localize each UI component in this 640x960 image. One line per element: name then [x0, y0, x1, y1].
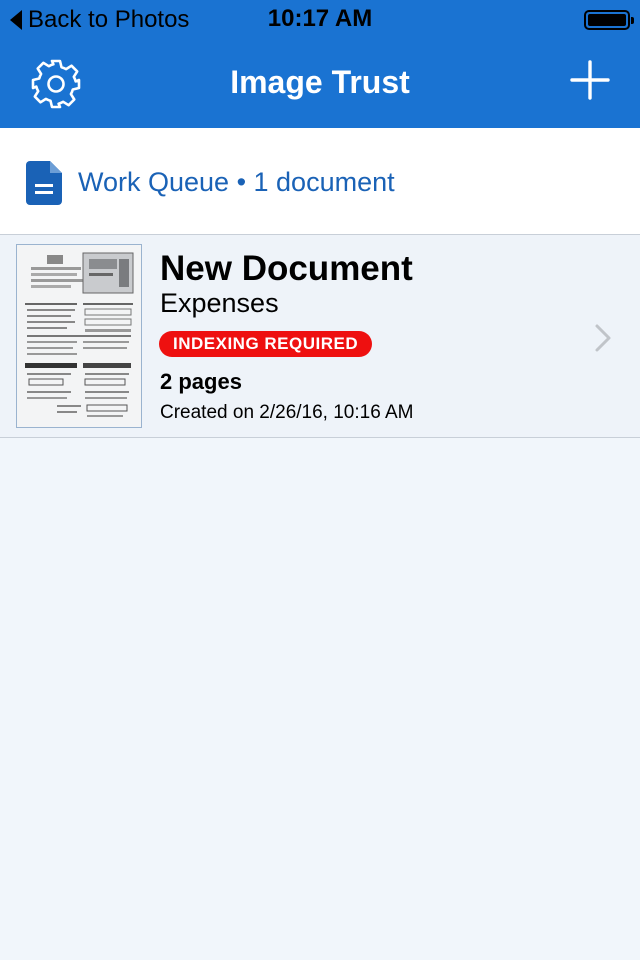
page-title: Image Trust	[230, 64, 410, 100]
document-icon	[26, 161, 62, 205]
plus-icon[interactable]	[570, 60, 610, 100]
page-count: 2 pages	[160, 369, 242, 394]
top-bar: Back to Photos 10:17 AM Image Trust	[0, 0, 640, 128]
created-timestamp: Created on 2/26/16, 10:16 AM	[160, 402, 414, 423]
work-queue-label: Work Queue • 1 document	[78, 167, 395, 197]
navigation-bar: Image Trust	[0, 40, 640, 128]
document-row[interactable]: New Document Expenses INDEXING REQUIRED …	[0, 235, 640, 438]
battery-icon	[584, 10, 634, 30]
status-bar: Back to Photos 10:17 AM	[0, 0, 640, 40]
status-badge: INDEXING REQUIRED	[159, 331, 373, 357]
document-title: New Document	[160, 249, 413, 288]
app-screen: Back to Photos 10:17 AM Image Trust Work…	[0, 0, 640, 960]
document-thumbnail	[16, 244, 142, 428]
chevron-right-icon	[595, 324, 611, 352]
status-time: 10:17 AM	[267, 5, 373, 32]
scanned-page-image	[17, 245, 141, 427]
work-queue-header: Work Queue • 1 document	[0, 128, 640, 235]
document-type: Expenses	[160, 288, 279, 318]
